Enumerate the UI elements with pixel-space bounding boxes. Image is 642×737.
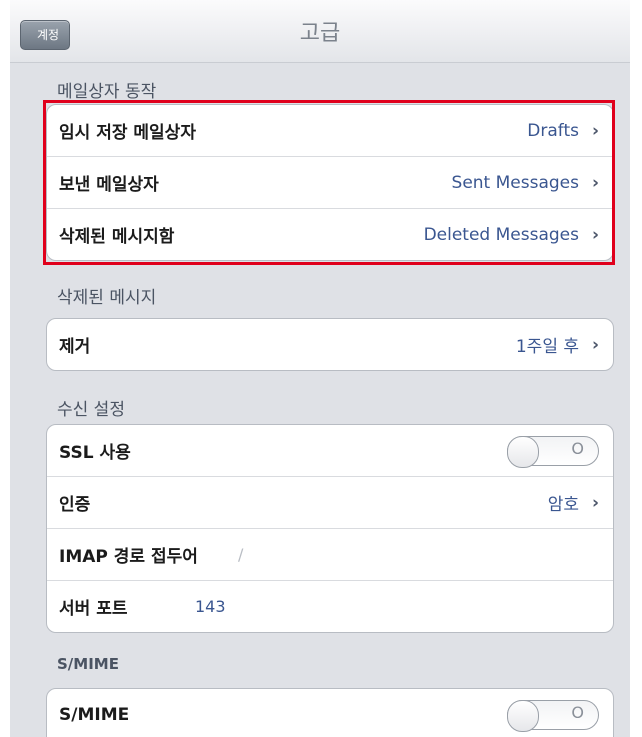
toggle-off-indicator: O	[571, 439, 584, 458]
chevron-right-icon: ›	[591, 172, 599, 193]
row-label: IMAP 경로 접두어	[59, 547, 198, 567]
row-label: SSL 사용	[59, 443, 131, 463]
imap-path-prefix-input[interactable]: /	[238, 545, 243, 564]
group-deleted-messages: 제거 1주일 후 ›	[46, 318, 614, 371]
row-imap-path-prefix[interactable]: IMAP 경로 접두어 /	[47, 528, 613, 580]
settings-screen: 계정 고급 메일상자 동작 임시 저장 메일상자 Drafts › 보낸 메일상…	[10, 0, 630, 737]
group-smime: S/MIME O	[46, 688, 614, 737]
navigation-bar: 계정 고급	[10, 0, 630, 63]
toggle-off-indicator: O	[571, 703, 584, 722]
section-header-mailbox-behaviors: 메일상자 동작	[57, 82, 157, 102]
group-mailbox-behaviors: 임시 저장 메일상자 Drafts › 보낸 메일상자 Sent Message…	[46, 104, 614, 261]
row-drafts-mailbox[interactable]: 임시 저장 메일상자 Drafts ›	[47, 105, 613, 156]
smime-toggle[interactable]: O	[507, 700, 599, 732]
row-sent-mailbox[interactable]: 보낸 메일상자 Sent Messages ›	[47, 156, 613, 208]
row-use-ssl: SSL 사용 O	[47, 425, 613, 476]
row-label: S/MIME	[59, 704, 130, 725]
page-title: 고급	[299, 21, 341, 46]
server-port-input[interactable]: 143	[195, 597, 226, 616]
group-incoming-settings: SSL 사용 O 인증 암호 › IMAP 경로 접두어 / 서버 포트 143	[46, 424, 614, 633]
row-authentication[interactable]: 인증 암호 ›	[47, 476, 613, 528]
chevron-right-icon: ›	[591, 224, 599, 245]
row-server-port[interactable]: 서버 포트 143	[47, 580, 613, 632]
section-header-incoming: 수신 설정	[57, 400, 125, 420]
row-deleted-mailbox[interactable]: 삭제된 메시지함 Deleted Messages ›	[47, 208, 613, 260]
row-label: 임시 저장 메일상자	[59, 123, 196, 143]
row-label: 인증	[59, 495, 91, 515]
row-smime: S/MIME O	[47, 689, 613, 737]
row-value: Sent Messages	[451, 172, 579, 193]
row-value: 1주일 후	[515, 337, 579, 357]
row-remove[interactable]: 제거 1주일 후 ›	[47, 319, 613, 370]
row-label: 제거	[59, 337, 91, 357]
toggle-knob	[507, 436, 539, 468]
row-value: 암호	[547, 495, 579, 515]
row-value: Deleted Messages	[423, 224, 579, 245]
row-value: Drafts	[527, 120, 579, 141]
ssl-toggle[interactable]: O	[507, 436, 599, 468]
row-label: 삭제된 메시지함	[59, 227, 175, 247]
chevron-right-icon: ›	[591, 120, 599, 141]
chevron-right-icon: ›	[591, 334, 599, 355]
row-label: 서버 포트	[59, 599, 128, 619]
section-header-deleted-messages: 삭제된 메시지	[57, 288, 157, 308]
toggle-knob	[507, 700, 539, 732]
section-header-smime: S/MIME	[57, 655, 119, 673]
row-label: 보낸 메일상자	[59, 175, 159, 195]
chevron-right-icon: ›	[591, 492, 599, 513]
